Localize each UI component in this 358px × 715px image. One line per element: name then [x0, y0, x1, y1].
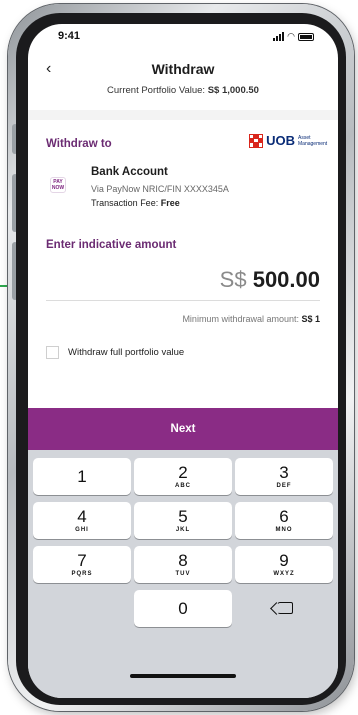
amount-value: 500.00: [252, 267, 320, 292]
key-digit: 3: [279, 463, 289, 482]
key-digit: 8: [178, 551, 188, 570]
wifi-icon: ◠: [287, 31, 295, 41]
portfolio-value: S$ 1,000.50: [207, 85, 259, 96]
full-value-checkbox-label[interactable]: Withdraw full portfolio value: [68, 347, 184, 358]
key-4[interactable]: 4 GHI: [33, 502, 131, 539]
bank-account-name: Bank Account: [91, 166, 168, 178]
portfolio-value-line: Current Portfolio Value: S$ 1,000.50: [28, 85, 338, 96]
key-digit: 6: [279, 507, 289, 526]
key-letters: JKL: [175, 527, 191, 533]
section-separator: [28, 110, 338, 120]
transaction-fee-value: Free: [160, 198, 180, 208]
key-letters: GHI: [75, 527, 89, 533]
header: ‹ Withdraw Current Portfolio Value: S$ 1…: [28, 54, 338, 109]
key-digit: 7: [77, 551, 87, 570]
key-8[interactable]: 8 TUV: [134, 546, 232, 583]
key-letters: WXYZ: [273, 571, 295, 577]
key-0[interactable]: 0: [134, 590, 232, 627]
amount-underline: [46, 300, 320, 301]
status-time: 9:41: [58, 30, 81, 42]
uob-tagline: Asset Management: [298, 134, 328, 147]
key-letters: ABC: [175, 483, 191, 489]
withdraw-to-label: Withdraw to: [46, 138, 112, 150]
uob-logo: UOB Asset Management: [249, 133, 328, 148]
key-digit: 9: [279, 551, 289, 570]
portfolio-value-prefix: Current Portfolio Value:: [107, 85, 208, 96]
key-letters: TUV: [175, 571, 191, 577]
phone-screen: 9:41 ◠ ‹ Withdraw Current Portfolio Valu…: [28, 24, 338, 698]
status-icons: ◠: [273, 32, 314, 41]
key-digit: 4: [77, 507, 87, 526]
uob-mark-icon: [249, 133, 264, 148]
battery-icon: [298, 33, 314, 41]
home-indicator: [130, 674, 236, 678]
next-button[interactable]: Next: [28, 408, 338, 450]
key-letters: DEF: [276, 483, 292, 489]
key-7[interactable]: 7 PQRS: [33, 546, 131, 583]
bank-via-text: Via PayNow NRIC/FIN XXXX345A: [91, 184, 229, 194]
min-withdrawal-value: S$ 1: [301, 314, 320, 324]
key-delete[interactable]: [235, 590, 333, 627]
min-withdrawal-text: Minimum withdrawal amount: S$ 1: [182, 314, 320, 324]
amount-label: Enter indicative amount: [46, 239, 177, 251]
key-digit: 2: [178, 463, 188, 482]
numeric-keypad: 1 2 ABC 3 DEF 4 GHI 5 JKL 6 MNO 7 PQRS 8…: [28, 450, 338, 698]
key-1[interactable]: 1: [33, 458, 131, 495]
key-digit: 1: [77, 467, 87, 486]
status-bar: 9:41 ◠: [28, 24, 338, 54]
amount-input[interactable]: S$ 500.00: [220, 267, 320, 293]
min-withdrawal-prefix: Minimum withdrawal amount:: [182, 314, 302, 324]
key-3[interactable]: 3 DEF: [235, 458, 333, 495]
key-digit: 0: [178, 599, 188, 618]
transaction-fee-prefix: Transaction Fee:: [91, 198, 161, 208]
key-letters: MNO: [275, 527, 293, 533]
amount-currency: S$: [219, 267, 247, 292]
key-digit: 5: [178, 507, 188, 526]
paynow-icon: PAY NOW: [50, 177, 66, 193]
signal-icon: [273, 32, 285, 41]
key-6[interactable]: 6 MNO: [235, 502, 333, 539]
full-value-checkbox[interactable]: [46, 346, 59, 359]
transaction-fee: Transaction Fee: Free: [91, 198, 180, 208]
key-9[interactable]: 9 WXYZ: [235, 546, 333, 583]
uob-brand-text: UOB: [266, 133, 295, 148]
page-title: Withdraw: [151, 61, 215, 77]
key-2[interactable]: 2 ABC: [134, 458, 232, 495]
key-letters: PQRS: [71, 571, 93, 577]
backspace-icon: [277, 602, 293, 614]
key-5[interactable]: 5 JKL: [134, 502, 232, 539]
